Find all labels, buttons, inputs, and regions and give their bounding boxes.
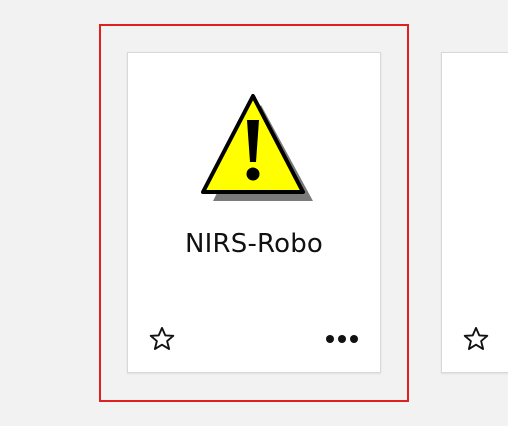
- app-name: NIRS-Robo: [184, 229, 324, 259]
- more-icon: [326, 335, 358, 343]
- star-outline-icon: [149, 326, 175, 350]
- favorite-button[interactable]: [460, 323, 492, 355]
- favorite-button[interactable]: [146, 323, 178, 355]
- more-options-button[interactable]: [322, 323, 362, 355]
- app-tile[interactable]: NIRS-Robo: [127, 52, 381, 373]
- app-tile[interactable]: [441, 52, 508, 373]
- star-outline-icon: [463, 326, 489, 350]
- warning-icon: [201, 94, 313, 201]
- app-grid: NIRS-Robo: [0, 0, 508, 426]
